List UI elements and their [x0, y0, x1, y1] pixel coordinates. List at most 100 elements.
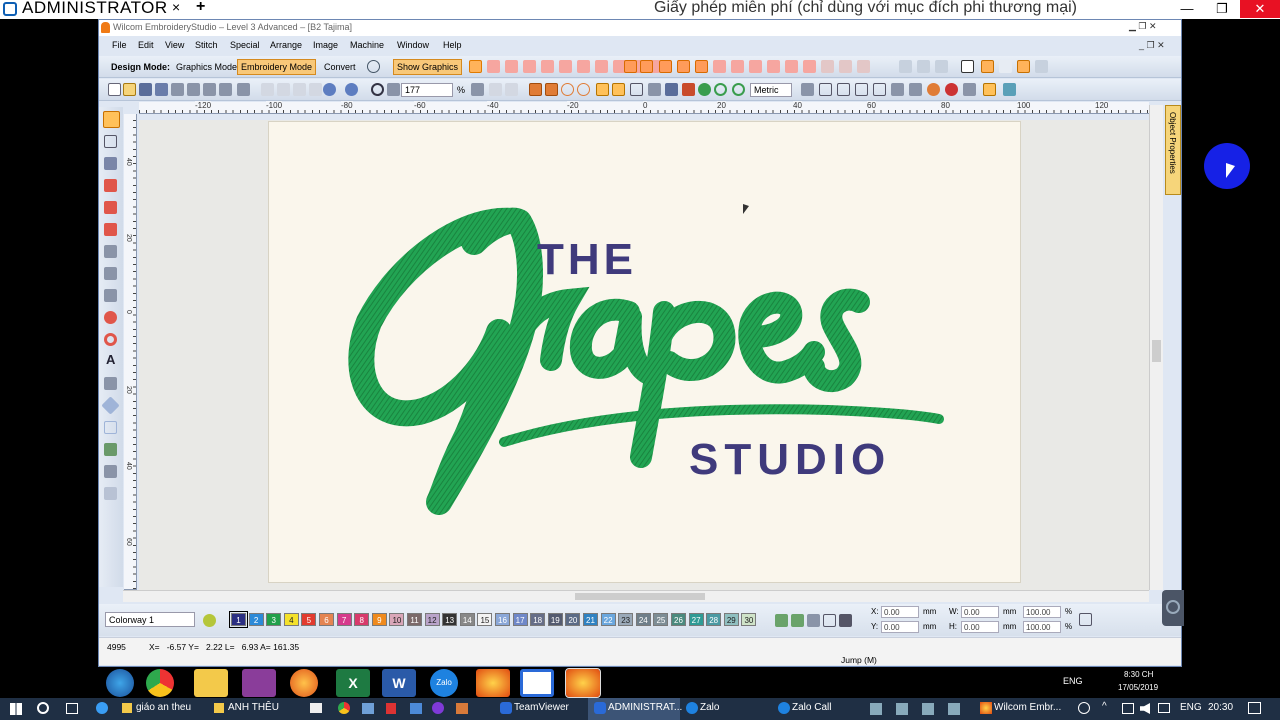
thread-swatch-17[interactable]: 17 — [512, 613, 528, 626]
lock-icon[interactable] — [1017, 60, 1030, 73]
save-as-icon[interactable] — [155, 83, 168, 96]
scroll-thumb[interactable] — [1152, 340, 1161, 362]
pen-icon[interactable] — [104, 157, 117, 170]
colorway-select[interactable]: Colorway 1 — [105, 612, 195, 627]
show-bitmap-icon[interactable] — [577, 83, 590, 96]
thread-swatch-4[interactable]: 4 — [283, 613, 299, 626]
tray-language[interactable]: ENG — [1180, 702, 1202, 713]
tab-add-button[interactable]: + — [196, 0, 205, 16]
print-preview-icon[interactable] — [187, 83, 200, 96]
taskbar-item-teamviewer[interactable]: TeamViewer — [514, 702, 569, 713]
run-tool-icon[interactable] — [104, 201, 117, 214]
taskbar-item-zalo-call[interactable]: Zalo Call — [792, 702, 831, 713]
selection-icon[interactable] — [648, 83, 661, 96]
redo-icon[interactable] — [345, 83, 358, 96]
scale-h-field[interactable]: 100.00 — [1023, 621, 1061, 633]
teamviewer-side-handle[interactable] — [1162, 590, 1184, 626]
reshape-icon[interactable] — [104, 135, 117, 148]
thread-swatch-13[interactable]: 13 — [442, 613, 458, 626]
excel-icon[interactable]: X — [336, 669, 370, 697]
table-icon[interactable] — [819, 83, 832, 96]
thread-swatch-8[interactable]: 8 — [354, 613, 370, 626]
edge-icon[interactable] — [96, 702, 108, 714]
wilcom-icon[interactable] — [476, 669, 510, 697]
motif-icon[interactable] — [559, 60, 572, 73]
graphics-mode-button[interactable]: Graphics Mode — [172, 59, 241, 75]
winrar-icon[interactable] — [242, 669, 276, 697]
task-view-icon[interactable] — [66, 703, 78, 714]
open-icon[interactable] — [123, 83, 136, 96]
show-graphics-button[interactable]: Show Graphics — [393, 59, 463, 75]
thread-swatch-27[interactable]: 27 — [688, 613, 704, 626]
photo-tool-icon[interactable] — [104, 487, 117, 500]
session-title[interactable]: ADMINISTRATOR — [22, 0, 168, 18]
tray-lang[interactable]: ENG — [1063, 676, 1083, 686]
thread-swatch-2[interactable]: 2 — [248, 613, 264, 626]
measure-icon[interactable] — [801, 83, 814, 96]
restore-button[interactable]: ❐ — [1205, 1, 1239, 17]
thread-swatch-15[interactable]: 15 — [477, 613, 493, 626]
undo-icon[interactable] — [323, 83, 336, 96]
menu-machine[interactable]: Machine — [350, 40, 384, 50]
monogram-tool-icon[interactable] — [104, 377, 117, 390]
export-icon[interactable] — [203, 83, 216, 96]
pattern-icon[interactable] — [541, 60, 554, 73]
3d-icon[interactable] — [821, 60, 834, 73]
search-icon[interactable] — [37, 702, 49, 714]
tray-time[interactable]: 20:30 — [1208, 702, 1233, 713]
mail-icon[interactable] — [310, 703, 322, 713]
sequence-icon[interactable] — [855, 83, 868, 96]
green-g-icon[interactable] — [732, 83, 745, 96]
fill-tool-icon[interactable] — [104, 245, 117, 258]
appliqué-tool-icon[interactable] — [104, 443, 117, 456]
thread-swatch-21[interactable]: 21 — [583, 613, 598, 626]
machine-send-icon[interactable] — [237, 83, 250, 96]
film-icon[interactable] — [891, 83, 904, 96]
zigzag-icon[interactable] — [659, 60, 672, 73]
grid-toggle-icon[interactable] — [630, 83, 643, 96]
sparkle-icon[interactable] — [857, 60, 870, 73]
x-field[interactable]: 0.00 — [881, 606, 919, 618]
app-icon[interactable] — [456, 703, 468, 714]
tray-clock-time[interactable]: 8:30 CH — [1124, 670, 1153, 679]
wave-icon[interactable] — [577, 60, 590, 73]
thread-swatch-5[interactable]: 5 — [301, 613, 317, 626]
thread-swatch-18[interactable]: 18 — [530, 613, 546, 626]
taskbar-item-zalo[interactable]: Zalo — [700, 702, 719, 713]
user-icon[interactable] — [927, 83, 940, 96]
select-arrow-icon[interactable] — [103, 111, 120, 128]
palette-wizard-icon[interactable] — [203, 614, 216, 627]
triangle-icon[interactable] — [677, 60, 690, 73]
tab-close-button[interactable]: × — [172, 0, 180, 15]
menu-view[interactable]: View — [165, 40, 184, 50]
thread-swatch-16[interactable]: 16 — [495, 613, 510, 626]
palette-icon[interactable] — [945, 83, 958, 96]
cut-icon[interactable] — [767, 60, 780, 73]
store-icon[interactable] — [362, 703, 374, 714]
zoom-icon[interactable] — [371, 83, 384, 96]
embroidery-logo[interactable]: THE STUDIO — [269, 122, 1022, 584]
curve-icon[interactable] — [839, 60, 852, 73]
artistic-icon[interactable] — [682, 83, 695, 96]
explorer-icon[interactable] — [194, 669, 228, 697]
convert-button[interactable]: Convert — [320, 59, 360, 75]
remove-color-icon[interactable] — [791, 614, 804, 627]
tray-clock-date[interactable]: 17/05/2019 — [1118, 683, 1158, 692]
windows-start-icon[interactable] — [10, 703, 22, 715]
zalo-icon[interactable]: Zalo — [430, 669, 458, 697]
ring-tool-icon[interactable] — [104, 333, 117, 346]
copy-icon[interactable] — [277, 83, 290, 96]
machine-icon[interactable] — [1035, 60, 1048, 73]
firefox-icon[interactable] — [290, 669, 318, 697]
menu-image[interactable]: Image — [313, 40, 338, 50]
menu-special[interactable]: Special — [230, 40, 260, 50]
w-field[interactable]: 0.00 — [961, 606, 999, 618]
tree-icon[interactable] — [873, 83, 886, 96]
menu-stitch[interactable]: Stitch — [195, 40, 218, 50]
thread-swatch-24[interactable]: 24 — [635, 613, 651, 626]
monogram-icon[interactable] — [917, 60, 930, 73]
satin-icon[interactable] — [487, 60, 500, 73]
thread-swatch-30[interactable]: 30 — [741, 613, 757, 626]
text-tool-icon[interactable]: A — [106, 352, 115, 367]
person-icon[interactable] — [999, 60, 1012, 73]
